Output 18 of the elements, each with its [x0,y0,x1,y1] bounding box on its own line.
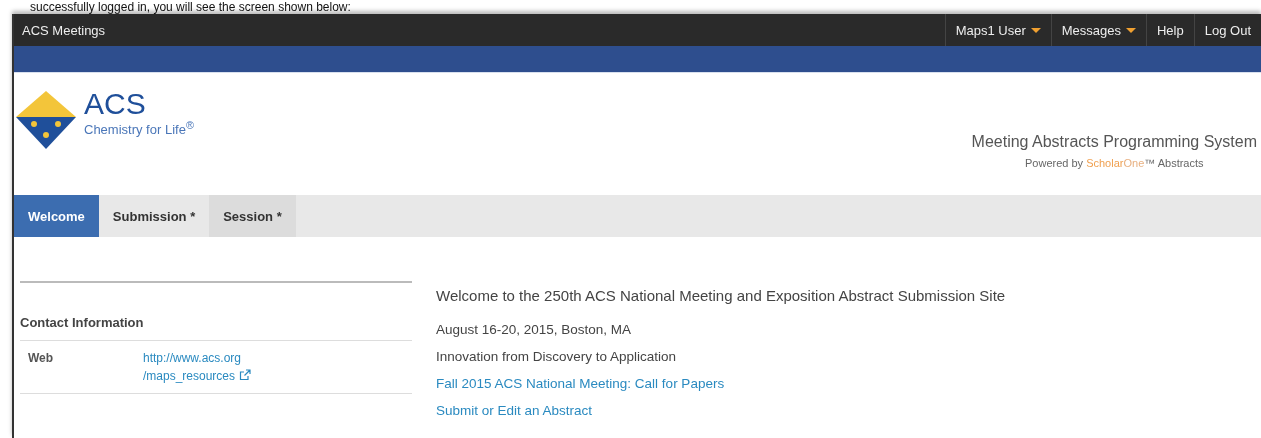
info-text: Innovation from Discovery to Application [436,349,678,364]
nav-tab[interactable]: Welcome [14,195,99,237]
web-link[interactable]: http://www.acs.org /maps_resources [143,351,252,383]
system-title: Meeting Abstracts Programming System [971,133,1257,151]
contact-label: Web [28,351,55,367]
caption-text: successfully logged in, you will see the screen shown below: [30,0,351,14]
logo-name: ACS [84,89,147,119]
logo-tagline: Chemistry for Life$^{®}$ [84,119,194,138]
nav-tab[interactable]: Session * [209,195,296,237]
contact-heading: Contact Information [20,283,412,341]
page-link[interactable]: Submit or Edit an Abstract [436,403,1006,418]
external-link-icon [239,369,252,381]
info-text: August 16-20, 2015, Boston, MA [436,322,633,337]
powered-by-text: Powered by ScholarOne™ Abstracts [1025,157,1204,169]
welcome-heading: Welcome to the 250th ACS National Meeting and Exposition Abstract Submission Site [436,287,1006,304]
logo-icon [14,89,78,151]
page-link[interactable]: Fall 2015 ACS National Meeting: Call for Papers [436,376,1006,391]
site-title: ACS Meetings [21,22,106,38]
